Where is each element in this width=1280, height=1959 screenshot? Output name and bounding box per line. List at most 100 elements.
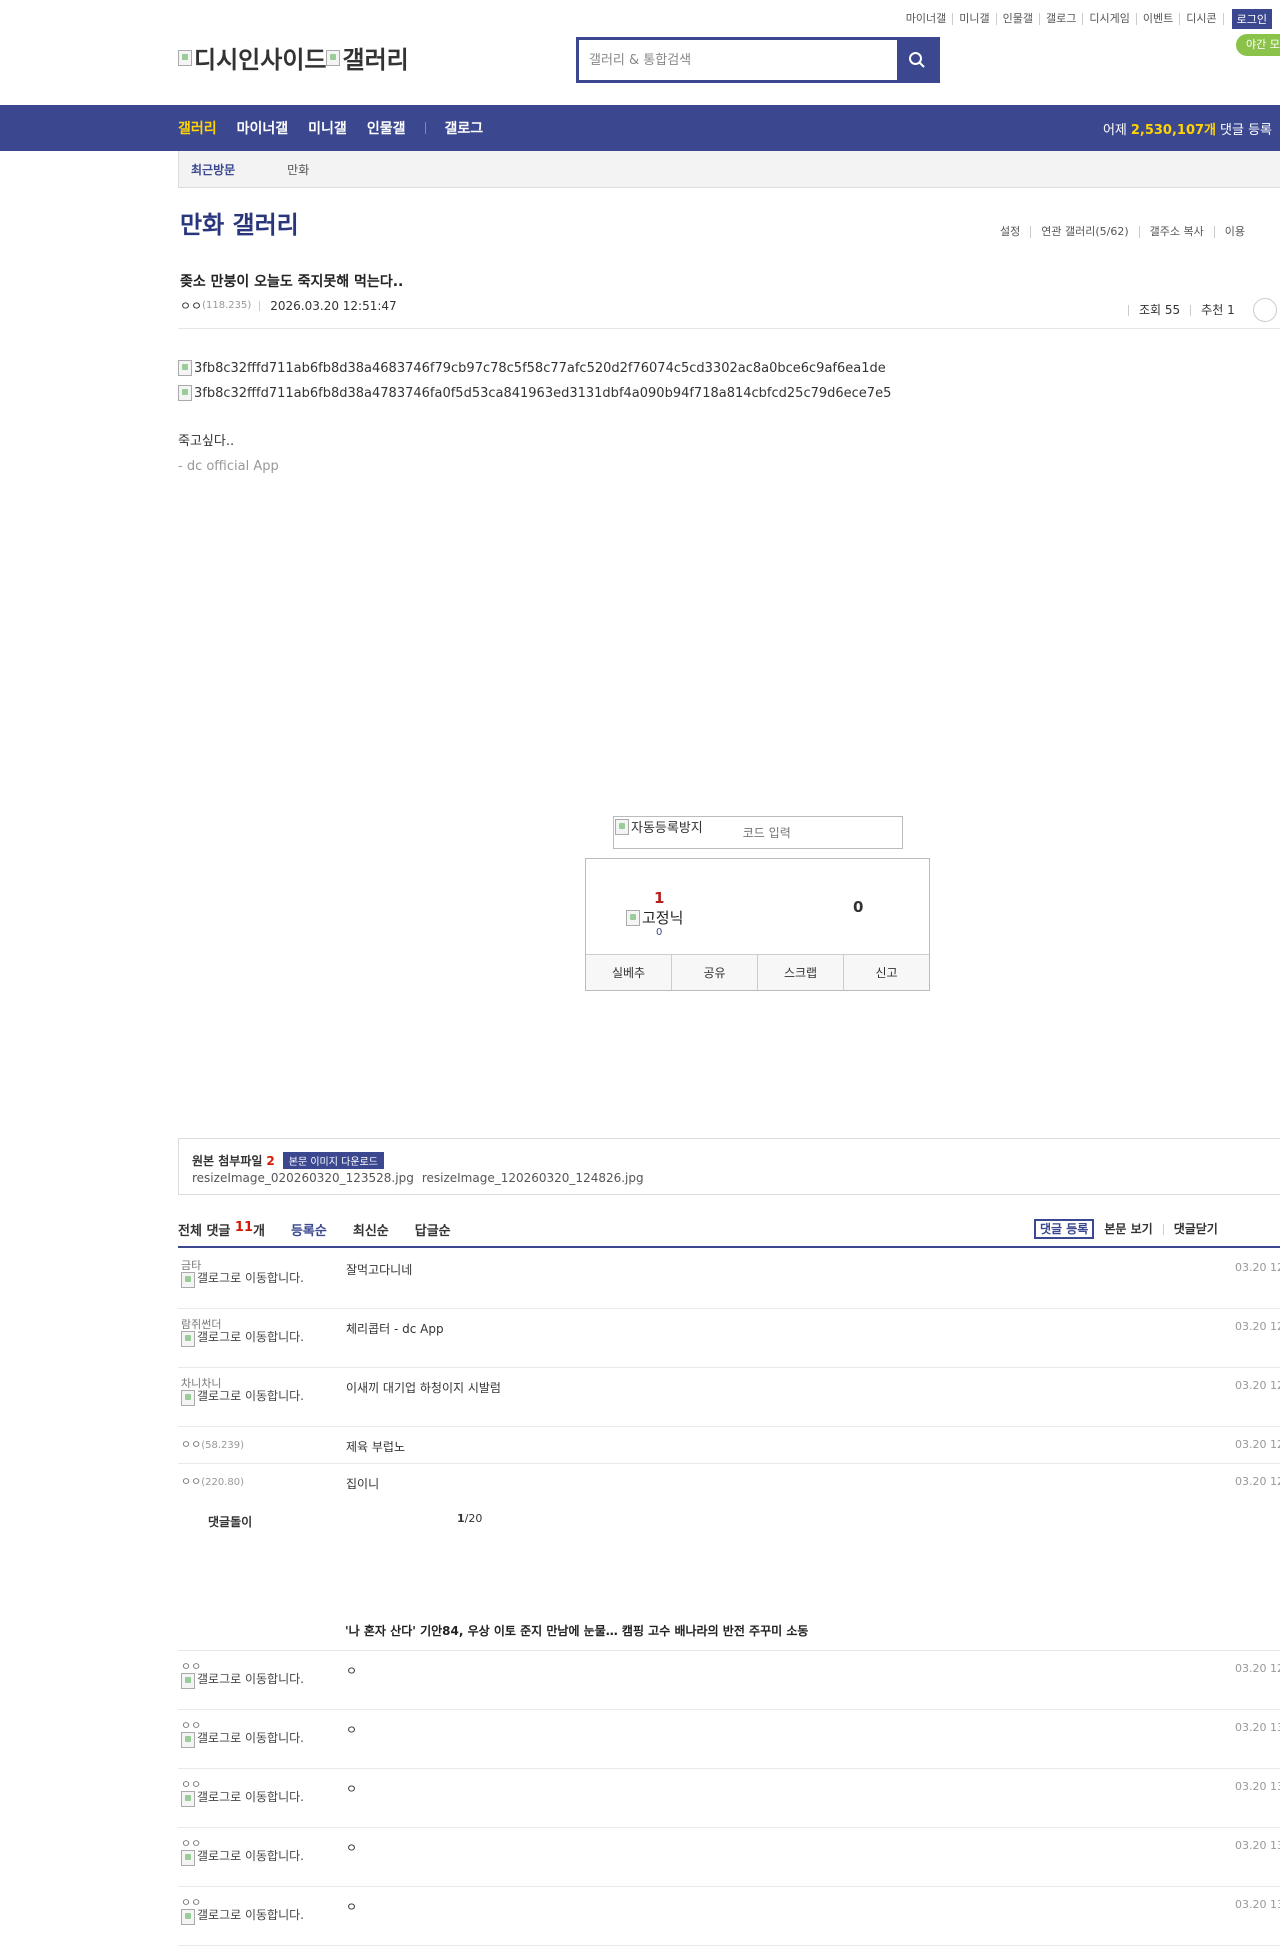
nav-person[interactable]: 인물갤 [367, 118, 406, 138]
broken-image-icon [178, 49, 192, 66]
reply-text: ㅇ [346, 1900, 358, 1914]
comment-text: 체리콥터 - dc App [346, 1322, 444, 1336]
gallog-alt: 갤로그로 이동합니다. [197, 1271, 304, 1285]
top-link-dcgame[interactable]: 디시게임 [1083, 13, 1137, 25]
gallery-settings-link[interactable]: 설정 [995, 226, 1030, 238]
post-author[interactable]: ㅇㅇ [180, 297, 202, 314]
post-image-alt: 3fb8c32fffd711ab6fb8d38a4683746f79cb97c7… [194, 360, 886, 376]
share-button[interactable]: 공유 [672, 955, 758, 990]
register-comment-button[interactable]: 댓글 등록 [1034, 1219, 1095, 1239]
gallog-link[interactable]: 갤로그로 이동합니다. [181, 1390, 309, 1406]
nav-divider [425, 122, 427, 134]
top-link-mini[interactable]: 미니갤 [953, 13, 997, 25]
nav-gallog[interactable]: 갤로그 [444, 118, 483, 138]
scrap-button[interactable]: 스크랩 [758, 955, 844, 990]
comment-nick[interactable]: ㅇㅇ(220.80) [181, 1476, 244, 1489]
close-comments-button[interactable]: 댓글닫기 [1162, 1223, 1228, 1235]
report-button[interactable]: 신고 [844, 955, 929, 990]
comments-header: 전체 댓글 11 개 등록순 최신순 답글순 댓글 등록 본문 보기 댓글닫기 [178, 1218, 1280, 1248]
broken-image-icon [181, 1272, 195, 1288]
post-image-2[interactable]: 3fb8c32fffd711ab6fb8d38a4783746fa0f5d53c… [178, 385, 891, 401]
gallog-alt: 갤로그로 이동합니다. [197, 1790, 304, 1804]
comments-total-prefix: 전체 댓글 [178, 1224, 231, 1239]
recent-visits-label[interactable]: 최근방문 [191, 161, 235, 178]
gallery-tools: 설정 연관 갤러리(5/62) 갤주소 복사 이용 [995, 226, 1255, 238]
post-image-1[interactable]: 3fb8c32fffd711ab6fb8d38a4683746f79cb97c7… [178, 360, 886, 376]
comment-row: ㅇㅇ(220.80) 집이니 03.20 12 [178, 1464, 1280, 1501]
copy-gallery-url-link[interactable]: 갤주소 복사 [1138, 226, 1214, 238]
gallog-link[interactable]: 갤로그로 이동합니다. [181, 1791, 309, 1807]
broken-image-icon [178, 385, 192, 401]
top-link-gallog[interactable]: 갤로그 [1040, 13, 1084, 25]
downvote-count[interactable]: 0 [853, 898, 863, 916]
attachment-files: resizeImage_020260320_123528.jpg resizeI… [192, 1171, 652, 1185]
post-recommend: 추천 1 [1190, 304, 1245, 316]
broken-image-icon [181, 1909, 195, 1925]
download-images-button[interactable]: 본문 이미지 다운로드 [282, 1152, 384, 1169]
gallog-alt: 갤로그로 이동합니다. [197, 1330, 304, 1344]
gallog-link[interactable]: 갤로그로 이동합니다. [181, 1272, 309, 1288]
attachment-file[interactable]: resizeImage_120260320_124826.jpg [422, 1171, 644, 1185]
broken-image-icon [181, 1791, 195, 1807]
comments-total-suffix: 개 [253, 1224, 265, 1239]
gallog-alt: 갤로그로 이동합니다. [197, 1389, 304, 1403]
comment-date: 03.20 12 [1235, 1261, 1280, 1274]
nav-mini[interactable]: 미니갤 [308, 118, 347, 138]
top-link-minor[interactable]: 마이너갤 [900, 13, 954, 25]
news-headline-link[interactable]: '나 혼자 산다' 기안84, 우상 이토 준지 만남에 눈물… 캠핑 고수 배… [345, 1622, 808, 1639]
best-recommend-button[interactable]: 실베추 [586, 955, 672, 990]
gallog-link[interactable]: 갤로그로 이동합니다. [181, 1331, 309, 1347]
search-button[interactable] [897, 40, 937, 80]
sort-replies[interactable]: 답글순 [415, 1220, 451, 1239]
captcha-box: 자동등록방지 [613, 816, 903, 849]
comments-total-count: 11 [234, 1220, 253, 1235]
nav-stats-suffix: 댓글 등록 [1220, 122, 1272, 138]
nav-stats-count: 2,530,107개 [1130, 122, 1217, 138]
view-post-button[interactable]: 본문 보기 [1094, 1223, 1162, 1235]
nav-minor[interactable]: 마이너갤 [237, 118, 289, 138]
recent-visit-item[interactable]: 만화 [287, 161, 309, 178]
logo-text-gallery: 갤러리 [342, 46, 409, 74]
nav-stats-prefix: 어제 [1102, 122, 1127, 138]
comment-text: 집이니 [346, 1477, 380, 1491]
gallery-usage-link[interactable]: 이용 [1213, 226, 1255, 238]
site-logo[interactable]: 디시인사이드 갤러리 [178, 40, 409, 75]
reply-date: 03.20 13 [1235, 1898, 1280, 1911]
gallog-link[interactable]: 갤로그로 이동합니다. [181, 1673, 309, 1689]
reply-row: ㅇㅇ 갤로그로 이동합니다. ㅇ 03.20 13 [178, 1887, 1280, 1946]
post-image-alt: 3fb8c32fffd711ab6fb8d38a4783746fa0f5d53c… [194, 385, 892, 401]
post-body-text: 죽고싶다.. [178, 434, 235, 449]
login-button[interactable]: 로그인 [1231, 9, 1272, 29]
post-meta: ㅇㅇ (118.235) 2026.03.20 12:51:47 [180, 297, 397, 314]
comment-nick[interactable]: ㅇㅇ(58.239) [181, 1439, 244, 1452]
night-mode-toggle[interactable]: 야간 모 [1236, 34, 1280, 56]
attachment-file[interactable]: resizeImage_020260320_123528.jpg [192, 1171, 414, 1185]
vote-action-buttons: 실베추 공유 스크랩 신고 [586, 954, 929, 990]
post-title: 좆소 만붕이 오늘도 죽지못해 먹는다.. [180, 274, 404, 290]
gallery-title[interactable]: 만화 갤러리 [180, 205, 299, 240]
top-link-dccon[interactable]: 디시콘 [1180, 13, 1224, 25]
broken-image-icon [181, 1331, 195, 1347]
comment-page-total: /20 [464, 1512, 483, 1525]
gallog-alt: 갤로그로 이동합니다. [197, 1849, 304, 1863]
nav-gallery[interactable]: 갤러리 [178, 118, 217, 138]
search-input[interactable] [579, 40, 897, 80]
gallog-link[interactable]: 갤로그로 이동합니다. [181, 1732, 309, 1748]
gallog-alt: 갤로그로 이동합니다. [197, 1908, 304, 1922]
top-link-person[interactable]: 인물갤 [997, 13, 1041, 25]
comment-text: 잘먹고다니네 [346, 1263, 413, 1277]
sort-latest[interactable]: 최신순 [353, 1220, 389, 1239]
top-link-event[interactable]: 이벤트 [1137, 13, 1181, 25]
attachments-count: 2 [266, 1153, 275, 1168]
gallog-link[interactable]: 갤로그로 이동합니다. [181, 1909, 309, 1925]
related-galleries-link[interactable]: 연관 갤러리(5/62) [1030, 226, 1138, 238]
comment-text: 제육 부럽노 [346, 1440, 406, 1454]
reply-text: ㅇ [346, 1664, 358, 1678]
upvote-button[interactable]: 고정닉 [626, 907, 683, 928]
gallog-link[interactable]: 갤로그로 이동합니다. [181, 1850, 309, 1866]
captcha-input[interactable] [742, 825, 863, 840]
sort-registered[interactable]: 등록순 [291, 1220, 327, 1239]
more-options-button[interactable] [1252, 298, 1277, 322]
attachments-label: 원본 첨부파일 [192, 1154, 263, 1168]
recent-visits-bar: 최근방문 만화 [178, 151, 1280, 188]
